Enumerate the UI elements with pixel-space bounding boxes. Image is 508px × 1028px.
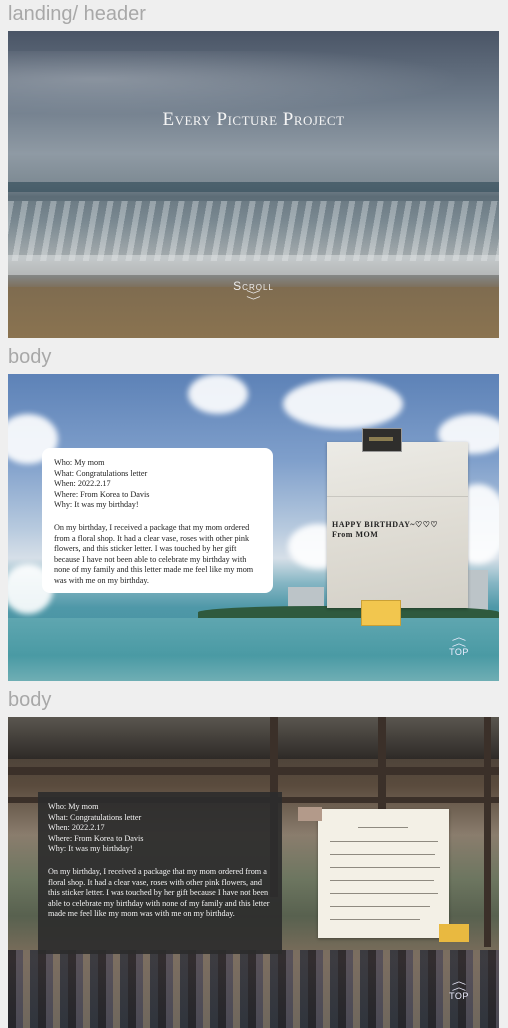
landing-hero: Every Picture Project Scroll ﹀ ﹀ (8, 31, 499, 338)
cloud (188, 374, 248, 414)
handwriting-line (330, 893, 438, 894)
who-text: Who: My mom (54, 458, 105, 467)
story-text: On my birthday, I received a package tha… (54, 522, 254, 585)
horizon (8, 182, 499, 192)
fold-line (327, 496, 468, 497)
double-chevron-up-icon: ︿ ︿ (451, 977, 467, 993)
handwriting-line (330, 919, 420, 920)
where-text: Where: From Korea to Davis (48, 833, 144, 843)
beam (8, 767, 499, 775)
section-label-body-1: body (8, 346, 52, 368)
when-text: When: 2022.2.17 (48, 823, 105, 833)
crowd (8, 950, 499, 1028)
body-section-market: Who: My mom What: Congratulations letter… (8, 717, 499, 1028)
handwriting-line (330, 880, 434, 881)
double-chevron-down-icon: ﹀ ﹀ (246, 291, 261, 307)
why-text: Why: It was my birthday! (48, 844, 133, 854)
letter-line-2: From MOM (332, 530, 379, 539)
what-text: What: Congratulations letter (54, 468, 148, 478)
where-text: Where: From Korea to Davis (54, 489, 150, 499)
handwriting-line (330, 867, 440, 868)
top-button[interactable]: ︿ ︿ TOP (448, 634, 470, 658)
letter-text: HAPPY BIRTHDAY~♡♡♡ From MOM (332, 520, 438, 540)
story-card: Who: My mom What: Congratulations letter… (42, 448, 273, 593)
letter-line-1: HAPPY BIRTHDAY~♡♡♡ (332, 520, 439, 529)
surf-waves (8, 201, 499, 261)
cloud (283, 379, 403, 429)
card-sticker (361, 600, 401, 626)
handwritten-letter-photo (298, 807, 469, 942)
section-label-landing: landing/ header (8, 3, 146, 25)
body-section-beach: Who: My mom What: Congratulations letter… (8, 374, 499, 681)
beam (484, 717, 491, 947)
what-text: What: Congratulations letter (48, 812, 142, 822)
handwriting-line (330, 841, 438, 842)
ocean (8, 618, 499, 681)
foam (8, 255, 499, 275)
story-text: On my birthday, I received a package tha… (48, 866, 270, 919)
section-label-body-2: body (8, 689, 52, 711)
story-card: Who: My mom What: Congratulations letter… (38, 792, 282, 954)
handwriting-line (330, 906, 430, 907)
photo-tag (298, 807, 322, 821)
sticker-top (362, 428, 402, 452)
photo-sticker (439, 924, 469, 942)
roof (8, 717, 499, 759)
handwriting-line (358, 827, 408, 828)
why-text: Why: It was my birthday! (54, 500, 139, 510)
handwriting-line (330, 854, 435, 855)
scroll-button[interactable]: Scroll ﹀ ﹀ (8, 279, 499, 307)
letter-photo: HAPPY BIRTHDAY~♡♡♡ From MOM (327, 428, 468, 626)
double-chevron-up-icon: ︿ ︿ (451, 633, 467, 649)
when-text: When: 2022.2.17 (54, 479, 111, 489)
top-button[interactable]: ︿ ︿ TOP (448, 978, 470, 1002)
hero-title: Every Picture Project (162, 109, 345, 130)
who-text: Who: My mom (48, 802, 99, 811)
